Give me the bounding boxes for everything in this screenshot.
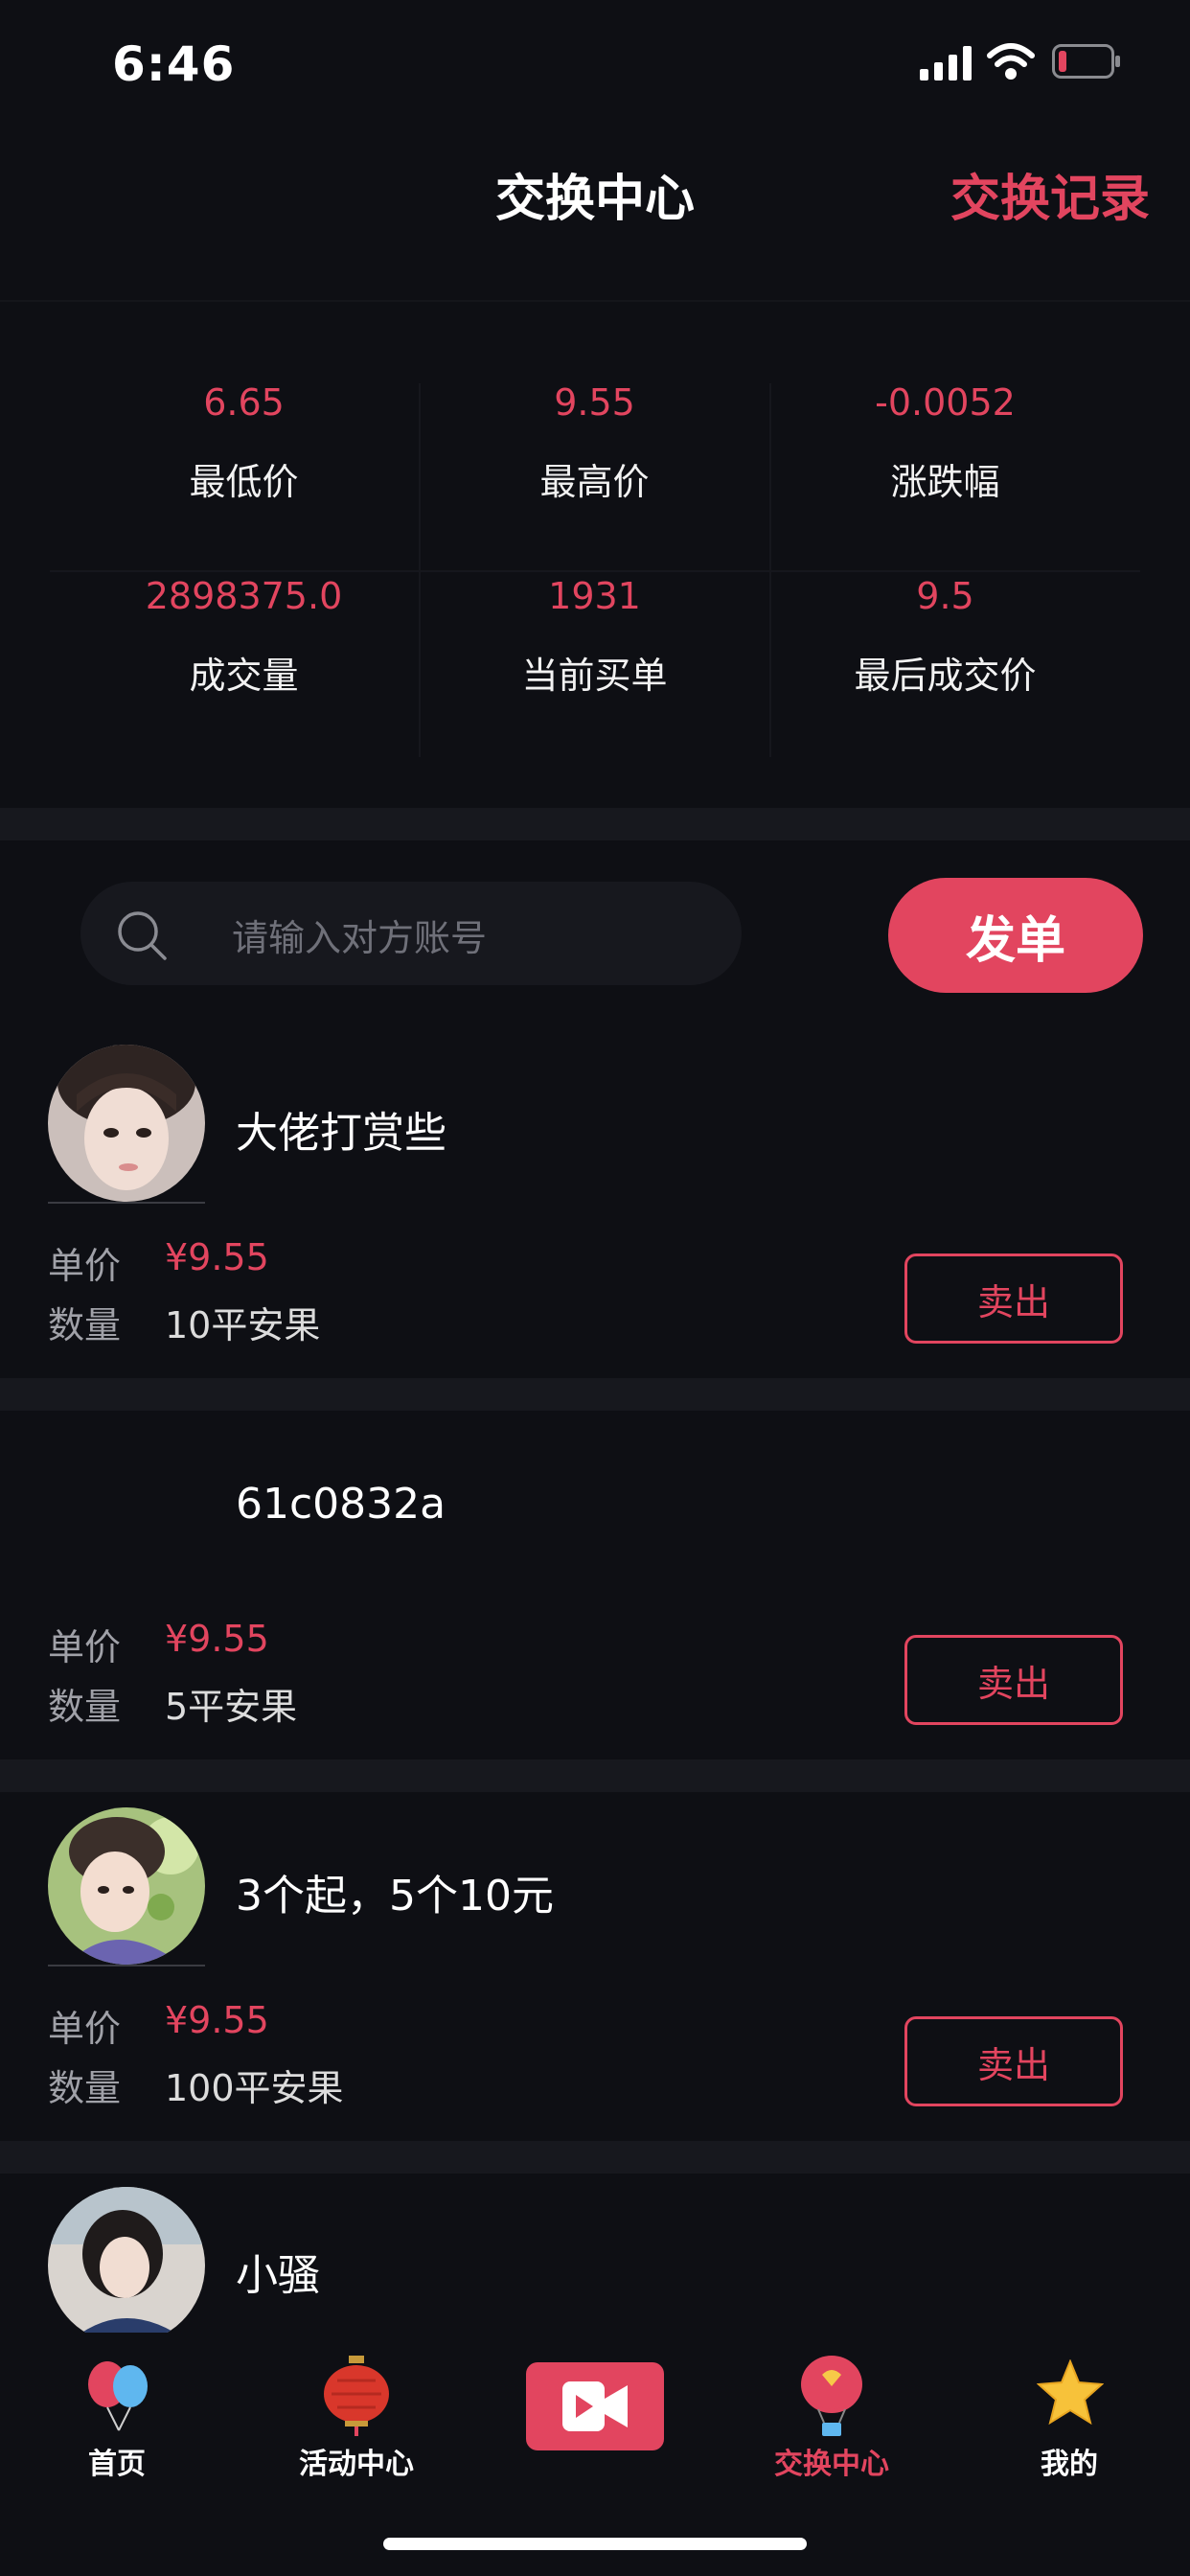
home-indicator [383,2538,807,2550]
stat-value: 2898375.0 [145,575,343,617]
stat-buy-orders: 1931 当前买单 [420,575,769,699]
record-video-button[interactable] [526,2362,664,2450]
stat-value: 6.65 [203,381,285,424]
wifi-icon [987,43,1035,80]
tab-activity-center[interactable]: 活动中心 [261,2348,452,2492]
stat-value: 9.55 [554,381,635,424]
seller-name: 61c0832a [236,1480,446,1529]
stat-value: -0.0052 [875,381,1016,424]
tab-home[interactable]: 首页 [21,2348,213,2492]
tab-label: 首页 [88,2448,146,2481]
stat-label: 成交量 [189,655,299,697]
price-label: 单价 [48,1626,122,1668]
balloons-icon [88,2361,148,2431]
hot-air-balloon-icon [801,2356,862,2436]
stat-last-price: 9.5 最后成交价 [770,575,1120,699]
tab-label: 我的 [1041,2448,1098,2481]
section-separator [0,808,1190,840]
lantern-icon [324,2356,389,2436]
battery-icon [1052,44,1120,79]
tab-label: 交换中心 [774,2448,889,2481]
seller-name: 小骚 [236,2251,320,2300]
avatar [48,2187,205,2344]
divider [48,1965,205,1966]
star-icon [1037,2359,1104,2425]
divider [50,570,1140,572]
stat-change: -0.0052 涨跌幅 [770,381,1120,505]
stat-label: 最低价 [189,461,299,503]
stat-volume: 2898375.0 成交量 [69,575,419,699]
stat-label: 最后成交价 [854,655,1037,697]
quantity-label: 数量 [48,1304,122,1346]
tab-exchange-center[interactable]: 交换中心 [736,2348,927,2492]
stat-highest-price: 9.55 最高价 [420,381,769,505]
stat-lowest-price: 6.65 最低价 [69,381,419,505]
sell-button[interactable]: 卖出 [904,1635,1123,1725]
stat-label: 当前买单 [521,655,668,697]
unit-price: ¥9.55 [165,1236,269,1278]
stat-value: 1931 [548,575,641,617]
signal-icon [920,46,972,80]
video-camera-icon [562,2381,628,2431]
avatar [48,1045,205,1202]
quantity-value: 100平安果 [165,2067,344,2109]
seller-name: 大佬打赏些 [236,1109,446,1158]
stat-label: 最高价 [539,461,650,503]
sell-button[interactable]: 卖出 [904,1254,1123,1344]
unit-price: ¥9.55 [165,1999,269,2041]
quantity-label: 数量 [48,1686,122,1728]
sell-button[interactable]: 卖出 [904,2016,1123,2106]
tab-label: 活动中心 [299,2448,414,2481]
search-placeholder: 请输入对方账号 [232,917,488,959]
quantity-label: 数量 [48,2067,122,2109]
quantity-value: 10平安果 [165,1304,321,1346]
tab-mine[interactable]: 我的 [973,2348,1165,2492]
exchange-records-link[interactable]: 交换记录 [950,158,1150,230]
avatar [48,1807,205,1965]
post-order-button[interactable]: 发单 [888,878,1143,993]
search-icon [118,911,167,960]
stat-value: 9.5 [916,575,974,617]
section-separator [0,1378,1190,1411]
price-label: 单价 [48,1245,122,1287]
section-separator [0,2141,1190,2174]
unit-price: ¥9.55 [165,1618,269,1660]
seller-name: 3个起，5个10元 [236,1872,554,1920]
divider [0,300,1190,302]
stat-label: 涨跌幅 [890,461,1000,503]
quantity-value: 5平安果 [165,1686,298,1728]
divider [48,1202,205,1204]
price-label: 单价 [48,2008,122,2050]
status-time: 6:46 [112,36,236,92]
section-separator [0,1760,1190,1792]
